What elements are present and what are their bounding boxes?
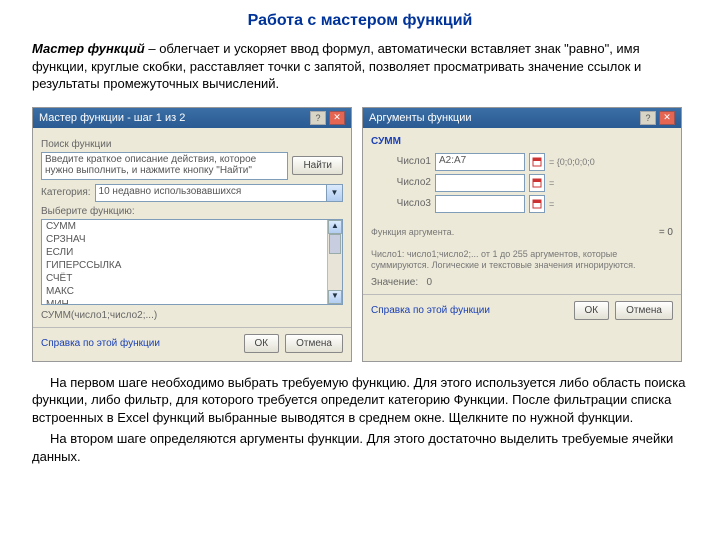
range-picker-icon[interactable] <box>529 195 545 213</box>
help-button[interactable]: ? <box>640 111 656 125</box>
cancel-button[interactable]: Отмена <box>285 334 343 353</box>
value-row: Значение: 0 <box>371 277 673 288</box>
dialog-title: Аргументы функции <box>369 112 637 124</box>
func-arg-label: Функция аргумента. <box>371 227 659 238</box>
arg-result: = <box>549 199 554 209</box>
body-paragraph-1: На первом шаге необходимо выбрать требуе… <box>32 374 688 427</box>
arg-input[interactable]: A2:A7 <box>435 153 525 171</box>
titlebar: Мастер функции - шаг 1 из 2 ? ✕ <box>33 108 351 128</box>
close-button[interactable]: ✕ <box>659 111 675 125</box>
help-button[interactable]: ? <box>310 111 326 125</box>
body-paragraph-2: На втором шаге определяются аргументы фу… <box>32 430 688 465</box>
page-title: Работа с мастером функций <box>32 12 688 30</box>
scroll-thumb[interactable] <box>329 234 341 254</box>
range-picker-icon[interactable] <box>529 153 545 171</box>
list-item[interactable]: ГИПЕРССЫЛКА <box>42 259 342 272</box>
arg-result: = {0;0;0;0;0 <box>549 157 595 167</box>
select-fn-label: Выберите функцию: <box>41 206 343 217</box>
search-section-label: Поиск функции <box>41 139 343 150</box>
list-item[interactable]: СРЗНАЧ <box>42 233 342 246</box>
list-item[interactable]: СУММ <box>42 220 342 233</box>
cancel-button[interactable]: Отмена <box>615 301 673 320</box>
category-label: Категория: <box>41 187 91 198</box>
arg-input[interactable] <box>435 174 525 192</box>
scroll-down-icon[interactable]: ▼ <box>328 290 342 304</box>
chevron-down-icon[interactable]: ▼ <box>327 184 343 202</box>
ok-button[interactable]: ОК <box>244 334 280 353</box>
list-item[interactable]: МАКС <box>42 285 342 298</box>
wizard-step1-dialog: Мастер функции - шаг 1 из 2 ? ✕ Поиск фу… <box>32 107 352 362</box>
dialog-title: Мастер функции - шаг 1 из 2 <box>39 112 307 124</box>
function-name: СУММ <box>371 136 673 147</box>
intro-text: Мастер функций – облегчает и ускоряет вв… <box>32 40 688 93</box>
arg-description: Число1: число1;число2;... от 1 до 255 ар… <box>371 249 673 271</box>
value-number: 0 <box>426 277 432 288</box>
range-picker-icon[interactable] <box>529 174 545 192</box>
function-arguments-dialog: Аргументы функции ? ✕ СУММ Число1 A2:A7 … <box>362 107 682 362</box>
result-eq: = 0 <box>659 227 673 238</box>
help-link[interactable]: Справка по этой функции <box>41 338 160 349</box>
category-value: 10 недавно использовавшихся <box>95 184 327 202</box>
intro-lead: Мастер функций <box>32 41 145 56</box>
value-label: Значение: <box>371 277 418 288</box>
function-list[interactable]: СУММ СРЗНАЧ ЕСЛИ ГИПЕРССЫЛКА СЧЁТ МАКС М… <box>41 219 343 305</box>
arg-label: Число3 <box>371 198 431 209</box>
function-signature: СУММ(число1;число2;...) <box>41 310 343 321</box>
titlebar: Аргументы функции ? ✕ <box>363 108 681 128</box>
search-input[interactable]: Введите краткое описание действия, котор… <box>41 152 288 180</box>
arg-result: = <box>549 178 554 188</box>
arg-label: Число1 <box>371 156 431 167</box>
list-item[interactable]: МИН <box>42 298 342 305</box>
find-button[interactable]: Найти <box>292 156 343 175</box>
arg-input[interactable] <box>435 195 525 213</box>
list-item[interactable]: СЧЁТ <box>42 272 342 285</box>
scrollbar[interactable]: ▲ ▼ <box>327 220 342 304</box>
close-button[interactable]: ✕ <box>329 111 345 125</box>
list-item[interactable]: ЕСЛИ <box>42 246 342 259</box>
category-combo[interactable]: 10 недавно использовавшихся ▼ <box>95 184 343 202</box>
ok-button[interactable]: ОК <box>574 301 610 320</box>
arg-label: Число2 <box>371 177 431 188</box>
help-link[interactable]: Справка по этой функции <box>371 305 490 316</box>
scroll-up-icon[interactable]: ▲ <box>328 220 342 234</box>
